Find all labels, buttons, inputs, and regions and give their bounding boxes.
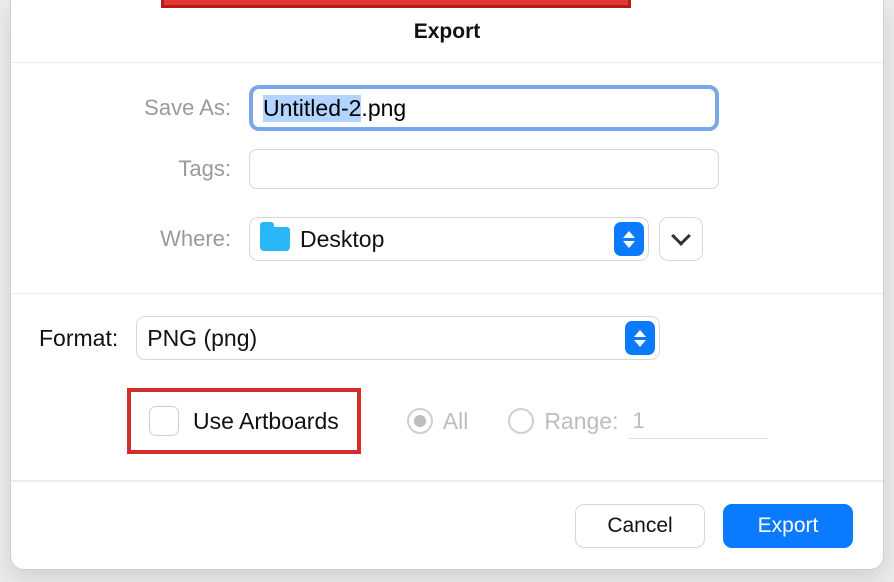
expand-browser-button[interactable]	[659, 217, 703, 261]
format-label: Format:	[39, 325, 118, 352]
cancel-button-label: Cancel	[607, 514, 672, 538]
artboard-scope-group: All Range:	[407, 403, 769, 439]
cancel-button[interactable]: Cancel	[575, 504, 705, 548]
radio-range-item: Range:	[508, 403, 768, 439]
export-button-label: Export	[758, 514, 819, 538]
dialog-title-bar: Export	[11, 0, 883, 63]
radio-range[interactable]	[508, 408, 534, 434]
where-label: Where:	[39, 226, 249, 252]
dialog-footer: Cancel Export	[11, 481, 883, 570]
folder-icon	[260, 227, 290, 251]
highlight-box: Use Artboards	[127, 388, 361, 454]
where-row: Where: Desktop	[39, 217, 855, 261]
artboard-options-row: Use Artboards All Range:	[11, 370, 883, 458]
save-as-label: Save As:	[39, 95, 249, 121]
radio-all-item: All	[407, 408, 469, 435]
use-artboards-checkbox[interactable]	[149, 406, 179, 436]
use-artboards-label: Use Artboards	[193, 408, 339, 435]
radio-all-label: All	[443, 408, 469, 435]
where-value: Desktop	[300, 226, 614, 253]
save-as-input[interactable]	[249, 85, 719, 131]
radio-range-label: Range:	[544, 408, 618, 435]
chevron-down-icon	[671, 226, 691, 246]
save-as-row: Save As:	[39, 85, 855, 131]
file-fields-section: Save As: Tags: Where: Desktop	[11, 63, 883, 275]
highlight-marker-top	[161, 0, 631, 8]
tags-row: Tags:	[39, 149, 855, 189]
format-value: PNG (png)	[147, 325, 625, 352]
format-row: Format: PNG (png)	[39, 316, 855, 360]
dialog-title: Export	[414, 20, 481, 43]
tags-input[interactable]	[249, 149, 719, 189]
tags-label: Tags:	[39, 156, 249, 182]
up-down-stepper-icon	[625, 321, 655, 355]
range-input[interactable]	[628, 403, 768, 439]
export-dialog: Export Save As: Tags: Where: Desktop	[10, 0, 884, 570]
format-select[interactable]: PNG (png)	[136, 316, 660, 360]
export-button[interactable]: Export	[723, 504, 853, 548]
radio-all[interactable]	[407, 408, 433, 434]
where-select[interactable]: Desktop	[249, 217, 649, 261]
up-down-stepper-icon	[614, 222, 644, 256]
format-section: Format: PNG (png)	[11, 294, 883, 370]
